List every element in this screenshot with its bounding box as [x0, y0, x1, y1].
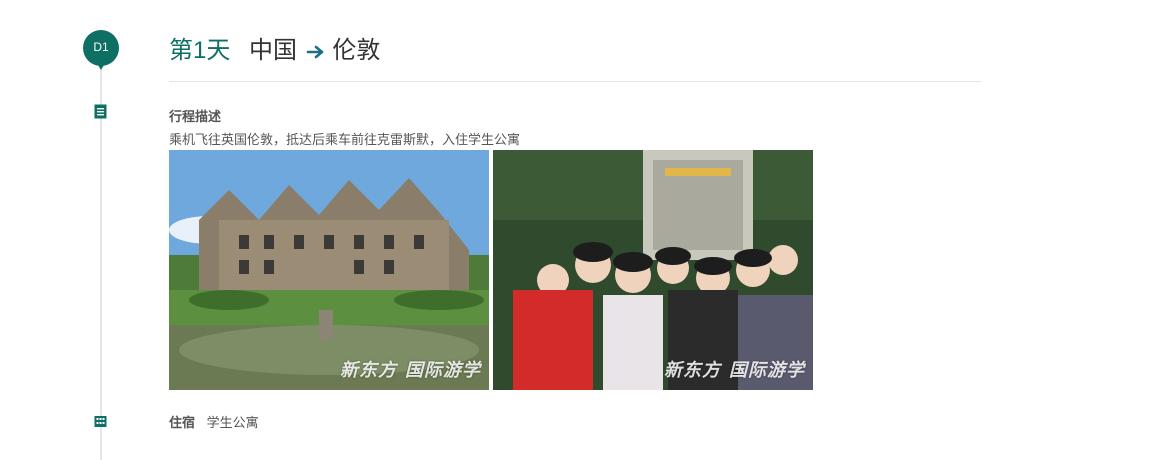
photo-manor-house: 新东方 国际游学 [169, 150, 489, 390]
accommodation-row: 住宿 学生公寓 [169, 412, 259, 431]
route-from: 中国 [249, 37, 298, 64]
document-icon [94, 104, 107, 119]
itinerary-description: 乘机飞往英国伦敦，抵达后乘车前往克雷斯默，入住学生公寓 [169, 132, 521, 147]
day-number: 第1天 [169, 37, 231, 64]
title-divider [169, 81, 981, 82]
photo-watermark: 新东方 国际游学 [664, 360, 805, 380]
route-to: 伦敦 [332, 37, 381, 64]
day-title: 第1天 中国 伦敦 [169, 36, 380, 66]
route: 中国 伦敦 [249, 37, 380, 64]
accommodation-label: 住宿 [169, 415, 196, 430]
photo-watermark: 新东方 国际游学 [340, 360, 481, 380]
photo-student-group: 新东方 国际游学 [493, 150, 813, 390]
accommodation-value: 学生公寓 [206, 415, 259, 430]
building-icon [94, 416, 107, 427]
day-badge-label: D1 [93, 40, 109, 54]
timeline-line [100, 60, 102, 460]
itinerary-heading: 行程描述 [169, 109, 222, 124]
day-marker-badge: D1 [83, 30, 119, 70]
plane-icon [306, 45, 324, 58]
